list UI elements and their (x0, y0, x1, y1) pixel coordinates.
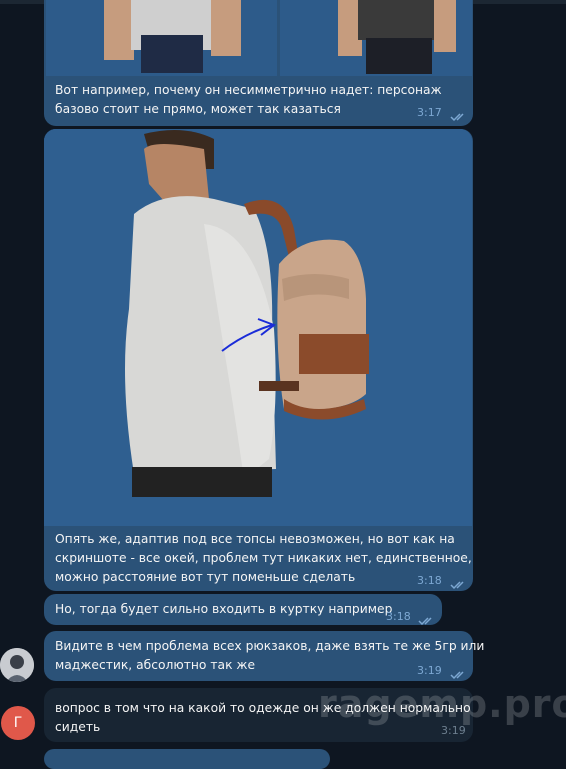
message-time: 3:18 (386, 610, 411, 623)
character-photo-pair (46, 0, 472, 76)
double-check-icon (450, 575, 468, 594)
message-text: Но, тогда будет сильно входить в куртку … (55, 602, 393, 616)
double-check-icon (418, 611, 436, 630)
message-time: 3:18 (417, 574, 442, 587)
watermark-text: ragemp.pro (318, 682, 566, 726)
message-text: Опять же, адаптив под все топсы невозмож… (55, 532, 472, 584)
photo-divider (277, 0, 280, 76)
message-time: 3:17 (417, 106, 442, 119)
message-text: Вот например, почему он несимметрично на… (55, 83, 442, 116)
message-photo-1[interactable] (46, 0, 472, 76)
user-avatar[interactable] (0, 648, 34, 682)
character-backpack-photo (44, 129, 472, 526)
user-avatar-letter[interactable]: Г (1, 706, 35, 740)
message-photo-2[interactable] (44, 129, 472, 526)
avatar-image (0, 648, 34, 682)
message-time: 3:19 (417, 664, 442, 677)
double-check-icon (450, 107, 468, 126)
message-bubble-partial[interactable] (44, 749, 330, 769)
